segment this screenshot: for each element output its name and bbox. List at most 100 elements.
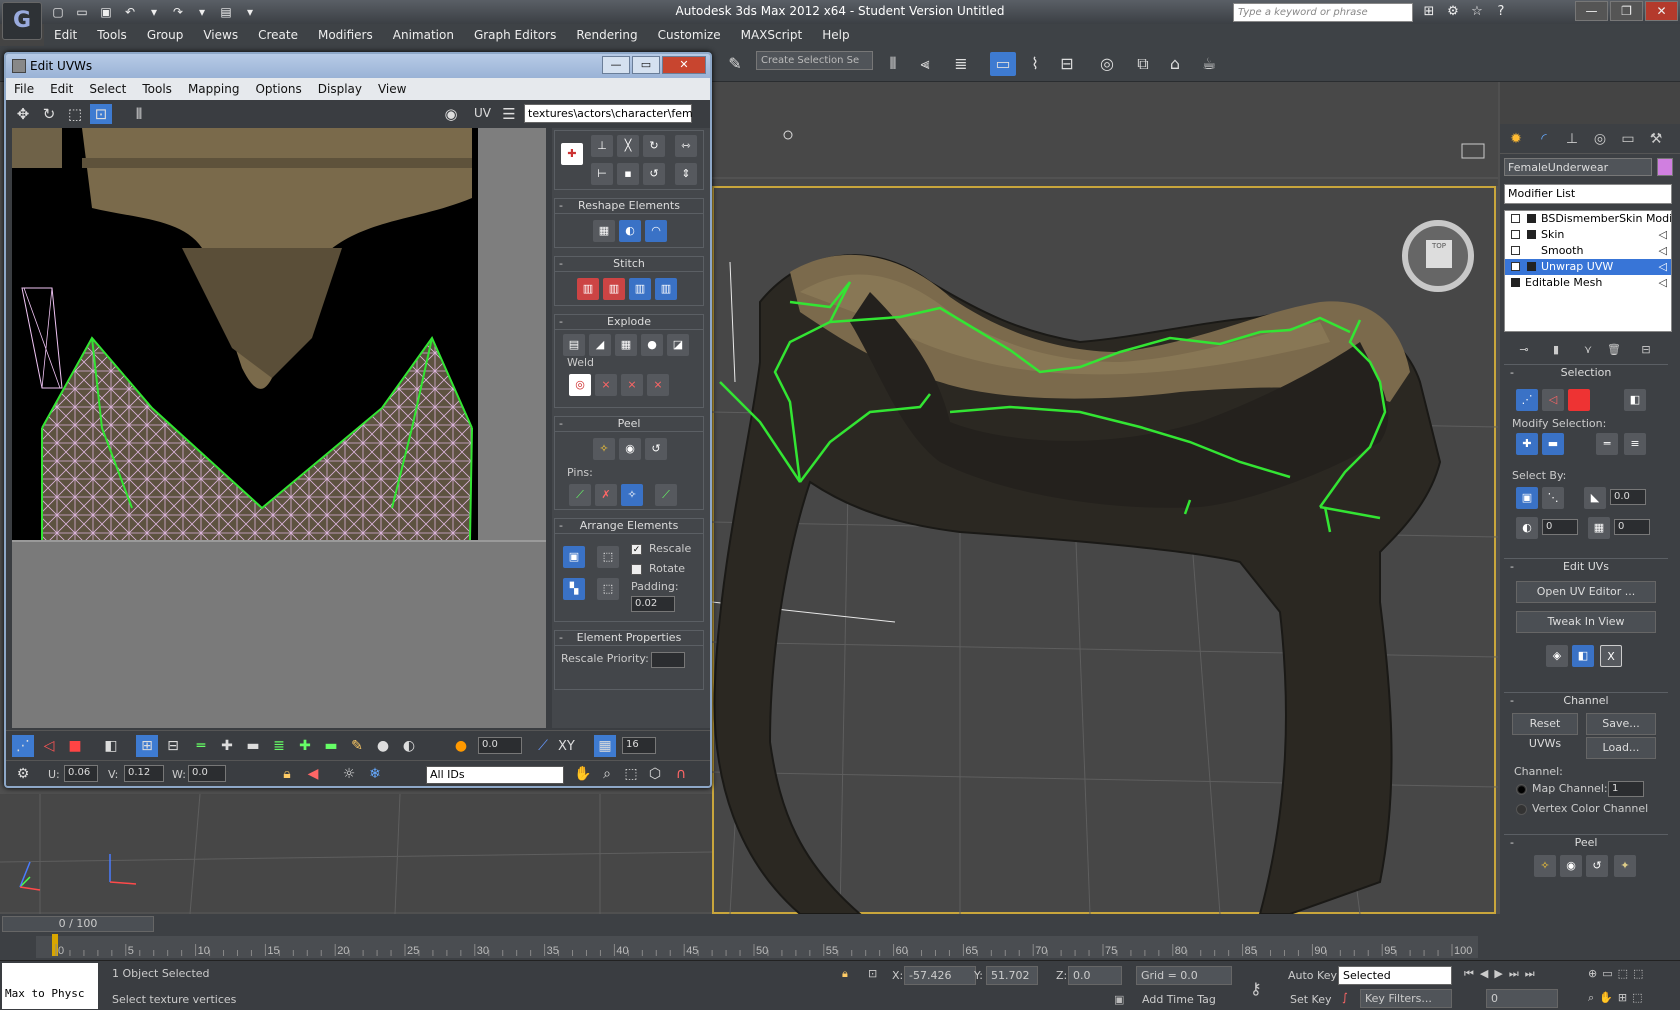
relax-icon[interactable]: ◐ [619, 220, 641, 242]
rescale-priority-spinner[interactable] [651, 652, 685, 668]
key-mode-dropdown[interactable]: Selected [1338, 966, 1452, 985]
weld-selected-icon[interactable]: ⨯ [595, 374, 617, 396]
peel-pelt-icon[interactable]: ◉ [1560, 855, 1582, 877]
save-button[interactable]: Save... [1586, 713, 1656, 735]
remove-modifier-icon[interactable]: 🗑︎ [1604, 340, 1624, 360]
uvw-menu-mapping[interactable]: Mapping [180, 82, 248, 96]
edge-mode-icon[interactable]: ◁ [38, 735, 60, 757]
peel-panel-header[interactable]: Peel [1504, 835, 1668, 851]
motion-tab-icon[interactable]: ◎ [1590, 129, 1610, 149]
detach-edge-icon[interactable]: ◢ [589, 334, 611, 356]
restore-button[interactable]: ❐ [1610, 1, 1643, 21]
ring-selection-icon[interactable]: ≡ [1624, 433, 1646, 455]
y-coordinate[interactable]: 51.702 [986, 966, 1038, 985]
vertex-select-icon[interactable]: ⋰ [1516, 389, 1538, 411]
ring-icon[interactable]: ═ [190, 735, 212, 757]
menu-graph-editors[interactable]: Graph Editors [464, 28, 566, 42]
menu-maxscript[interactable]: MAXScript [731, 28, 813, 42]
ring-add-icon[interactable]: ✚ [294, 735, 316, 757]
mirror-uv-icon[interactable]: ⫴ [128, 104, 150, 124]
xy-label[interactable]: XY [558, 739, 575, 754]
ids-dropdown[interactable]: All IDs [426, 766, 564, 784]
ring-remove-icon[interactable]: ▬ [320, 735, 342, 757]
load-button[interactable]: Load... [1586, 737, 1656, 759]
material-editor-icon[interactable]: ◎ [1094, 52, 1120, 76]
vertex-mode-icon[interactable]: ⋰ [12, 735, 34, 757]
rescale-checkbox[interactable]: ✓ [631, 544, 642, 555]
texture-dropdown[interactable]: textures\actors\character\fem [524, 104, 693, 123]
reset-peel-icon[interactable]: ↺ [645, 438, 667, 460]
smoothing-spinner[interactable]: 0 [1542, 519, 1578, 535]
select-by-edge-loop-icon[interactable]: ⋱ [1542, 487, 1564, 509]
straighten-icon[interactable]: ▪ [617, 163, 639, 185]
select-pins-icon[interactable]: ⟋ [655, 484, 677, 506]
uvw-menu-display[interactable]: Display [310, 82, 370, 96]
channel-header[interactable]: Channel [1504, 693, 1668, 709]
rotate-cw-icon[interactable]: ↻ [643, 135, 665, 157]
stack-item-skin[interactable]: Skin ◁ [1505, 227, 1671, 243]
zoom-extents-icon[interactable]: ⬡ [644, 763, 666, 785]
quick-peel-icon[interactable]: ✧ [593, 438, 615, 460]
pin-stack-icon[interactable]: ⊸ [1514, 340, 1534, 360]
paint-select-icon[interactable]: ✎ [346, 735, 368, 757]
polygon-mode-icon[interactable]: ■ [64, 735, 86, 757]
edge-select-icon[interactable]: ◁ [1542, 389, 1564, 411]
paint-grow-icon[interactable]: ● [372, 735, 394, 757]
map-channel-spinner[interactable]: 1 [1608, 781, 1644, 797]
pack-dialog-icon[interactable]: ⬚ [597, 578, 619, 600]
align-vertical-icon[interactable]: ⊢ [591, 163, 613, 185]
weld-all-icon[interactable]: ⨯ [621, 374, 643, 396]
uvw-maximize-button[interactable]: ▭ [632, 56, 660, 74]
uvw-menu-select[interactable]: Select [81, 82, 134, 96]
mirror-icon[interactable]: ⫴ [880, 52, 906, 76]
help-icon[interactable]: ? [1492, 3, 1510, 21]
viewcube-face[interactable]: TOP [1426, 240, 1452, 268]
space-vertical-icon[interactable]: ⇕ [675, 163, 697, 185]
stitch-custom-icon[interactable]: ▥ [655, 278, 677, 300]
lock-icon[interactable]: 🔒︎ [276, 763, 298, 785]
curve-editor-icon[interactable]: ⌇ [1022, 52, 1048, 76]
polygon-select-icon[interactable] [1568, 389, 1590, 411]
break-icon[interactable]: ▤ [563, 334, 585, 356]
flatten-by-smoothing-icon[interactable]: ● [641, 334, 663, 356]
w-field[interactable]: 0.0 [188, 765, 226, 782]
relax-options-icon[interactable]: ◠ [645, 220, 667, 242]
zoom-icon[interactable]: ⌕ [596, 763, 618, 785]
loop-shrink-icon[interactable]: ▬ [242, 735, 264, 757]
edit-uvs-header[interactable]: Edit UVs [1504, 559, 1668, 575]
rotate-checkbox[interactable] [631, 564, 642, 575]
shrink-select-icon[interactable]: ⊟ [162, 735, 184, 757]
weld-threshold-icon[interactable]: ⨯ [647, 374, 669, 396]
pack-custom-icon[interactable]: ▣ [563, 546, 585, 568]
show-end-result-icon[interactable]: ▮ [1546, 340, 1566, 360]
absolute-mode-icon[interactable]: ⊡ [868, 967, 877, 980]
menu-help[interactable]: Help [812, 28, 859, 42]
stack-item-bsdismemberskin[interactable]: BSDismemberSkin Modifier [1505, 211, 1671, 227]
freeform-icon[interactable]: ⊡ [90, 104, 112, 124]
loop-grow-icon[interactable]: ✚ [216, 735, 238, 757]
time-tag-icon[interactable]: ▣ [1114, 993, 1124, 1006]
align-axis-icon[interactable]: X [1600, 645, 1622, 667]
freeze-icon[interactable]: ❄ [364, 763, 386, 785]
select-by-material-icon[interactable]: ▦ [1588, 517, 1610, 539]
map-channel-radio[interactable]: ● [1516, 784, 1527, 795]
stitch-to-source-icon[interactable]: ▥ [629, 278, 651, 300]
peel-header[interactable]: Peel [555, 417, 703, 432]
stack-item-unwrap-uvw[interactable]: Unwrap UVW ◁ [1505, 259, 1671, 275]
stitch-to-target-icon[interactable]: ▥ [577, 278, 599, 300]
hierarchy-tab-icon[interactable]: ⊥ [1562, 129, 1582, 149]
auto-pin-icon[interactable]: ✧ [621, 484, 643, 506]
angle-spinner[interactable]: 0.0 [1610, 489, 1646, 505]
rendered-frame-icon[interactable]: ⌂ [1162, 52, 1188, 76]
edit-named-selection-icon[interactable]: ✎ [722, 52, 748, 76]
menu-customize[interactable]: Customize [648, 28, 731, 42]
align-diagonal-icon[interactable]: ╳ [617, 135, 639, 157]
pivot-icon[interactable]: ✚ [561, 143, 583, 165]
selection-set-dropdown[interactable]: Create Selection Se [756, 51, 873, 70]
favorites-star-icon[interactable]: ☆ [1468, 3, 1486, 21]
paint-shrink-icon[interactable]: ◐ [398, 735, 420, 757]
pelt-map-icon[interactable]: ◉ [619, 438, 641, 460]
pan-icon[interactable]: ✋ [572, 763, 594, 785]
soft-select-falloff[interactable]: 0.0 [478, 737, 522, 754]
uvw-menu-view[interactable]: View [370, 82, 414, 96]
